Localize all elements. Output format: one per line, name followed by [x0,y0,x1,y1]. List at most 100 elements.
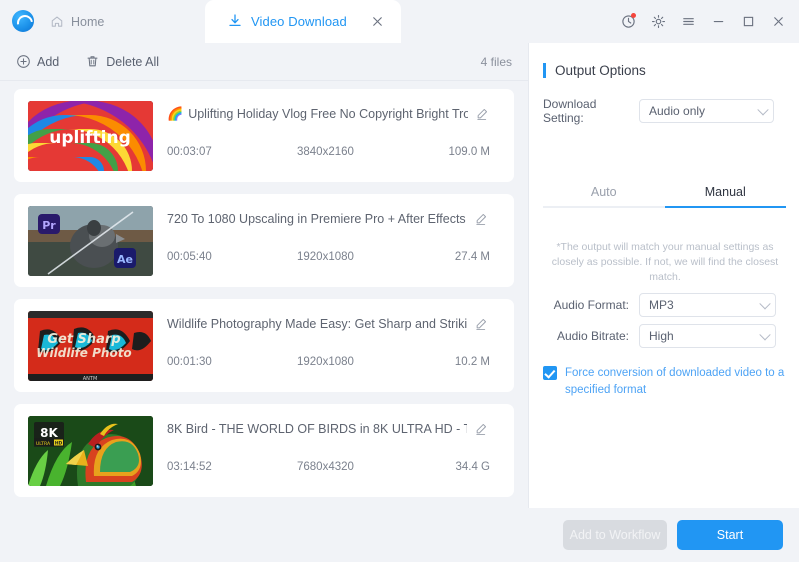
thumbnail: Pr Ae [28,205,153,276]
download-icon [229,14,241,27]
file-meta: 720 To 1080 Upscaling in Premiere Pro + … [153,206,500,276]
file-stats: 03:14:52 7680x4320 34.4 G [167,461,496,473]
file-meta: 🌈 Uplifting Holiday Vlog Free No Copyrig… [153,101,500,171]
tab-home[interactable]: Home [42,9,112,35]
minimize-button[interactable] [705,8,731,34]
svg-text:HD: HD [55,440,63,446]
action-footer: Add to Workflow Start [528,508,799,562]
thumbnail: 8K ULTRA HD [28,415,153,486]
table-row[interactable]: Get Sharp Wildlife Photo ANTM Wildlife P… [14,299,514,392]
thumbnail-wildlife-butterfly: Get Sharp Wildlife Photo ANTM [28,310,153,381]
force-conversion-row[interactable]: Force conversion of downloaded video to … [543,365,786,398]
file-size: 10.2 M [454,355,490,368]
close-button[interactable] [765,8,791,34]
audio-format-label: Audio Format: [553,298,629,312]
add-to-workflow-button[interactable]: Add to Workflow [563,520,667,550]
chevron-down-icon [759,329,771,341]
add-to-workflow-label: Add to Workflow [569,528,661,542]
edit-pencil-icon[interactable] [475,107,489,121]
rainbow-icon: 🌈 [167,106,184,121]
thumbnail-dog-premiere: Pr Ae [28,205,153,276]
tab-auto[interactable]: Auto [543,178,665,208]
force-conversion-checkbox[interactable] [543,366,557,380]
file-stats: 00:05:40 1920x1080 27.4 M [167,251,496,263]
hamburger-menu-icon [682,17,694,25]
file-duration: 03:14:52 [167,460,212,473]
list-toolbar: Add Delete All 4 files [0,43,528,81]
download-setting-row: Download Setting: Audio only [543,97,774,125]
audio-bitrate-row: Audio Bitrate: High [543,324,776,348]
close-icon [773,16,783,26]
file-title: 720 To 1080 Upscaling in Premiere Pro + … [167,211,467,226]
file-list[interactable]: uplifting 🌈 Uplifting Holiday Vlog Free … [0,81,528,562]
svg-text:Pr: Pr [42,219,56,232]
file-meta: Wildlife Photography Made Easy: Get Shar… [153,311,500,381]
file-count-label: 4 files [480,54,512,69]
audio-bitrate-value: High [649,329,674,343]
thumbnail-bird-8k: 8K ULTRA HD [28,415,153,486]
menu-button[interactable] [675,8,701,34]
audio-format-value: MP3 [649,298,674,312]
file-stats: 00:03:07 3840x2160 109.0 M [167,146,496,158]
file-size: 27.4 M [454,250,490,263]
file-resolution: 7680x4320 [297,460,354,473]
app-logo-icon [12,10,34,32]
history-button[interactable] [615,8,641,34]
main-content: Add Delete All 4 files uplifting 🌈 Uplif… [0,43,799,562]
file-duration: 00:01:30 [167,355,212,368]
window-controls [615,8,791,34]
edit-pencil-icon[interactable] [474,317,488,331]
chevron-down-icon [759,298,771,310]
edit-pencil-icon[interactable] [474,422,488,436]
svg-text:Get Sharp: Get Sharp [47,332,120,347]
output-options-panel: Output Options Download Setting: Audio o… [528,43,799,508]
svg-text:Ae: Ae [117,253,133,266]
file-list-panel: Add Delete All 4 files uplifting 🌈 Uplif… [0,43,528,562]
file-title: Uplifting Holiday Vlog Free No Copyright… [188,106,469,121]
start-button[interactable]: Start [677,520,783,550]
mode-tabs: Auto Manual [543,178,786,208]
tab-manual-label: Manual [704,185,746,199]
table-row[interactable]: 8K ULTRA HD 8K Bird - THE WORLD OF BIRDS… [14,404,514,497]
table-row[interactable]: Pr Ae 720 To 1080 Upscaling in Premiere … [14,194,514,287]
thumbnail: uplifting [28,100,153,171]
file-duration: 00:03:07 [167,145,212,158]
file-stats: 00:01:30 1920x1080 10.2 M [167,356,496,368]
file-title-row: Wildlife Photography Made Easy: Get Shar… [167,317,500,331]
plus-circle-icon [17,55,30,68]
file-title-row: 720 To 1080 Upscaling in Premiere Pro + … [167,212,500,226]
delete-all-button[interactable]: Delete All [85,54,159,69]
edit-pencil-icon[interactable] [474,212,488,226]
audio-bitrate-label: Audio Bitrate: [556,329,629,343]
file-resolution: 1920x1080 [297,250,354,263]
tab-video-download[interactable]: Video Download [205,0,401,43]
file-size: 109.0 M [448,145,490,158]
add-button-label: Add [37,54,60,69]
output-options-header: Output Options [529,63,646,78]
trash-icon [87,56,98,67]
maximize-button[interactable] [735,8,761,34]
notification-badge [631,13,636,18]
app-window: Home Video Download Add Delete All 4 fil… [0,0,799,562]
audio-format-select[interactable]: MP3 [639,293,776,317]
chevron-down-icon [757,104,769,116]
manual-mode-hint: *The output will match your manual setti… [551,241,779,284]
tab-manual[interactable]: Manual [664,178,786,208]
file-resolution: 1920x1080 [297,355,354,368]
tab-video-download-label: Video Download [251,14,347,29]
download-setting-label: Download Setting: [543,97,597,125]
add-button[interactable]: Add [16,54,59,69]
minimize-icon [713,20,723,22]
tab-auto-label: Auto [590,185,617,199]
maximize-icon [743,16,753,26]
svg-text:uplifting: uplifting [49,128,131,148]
settings-button[interactable] [645,8,671,34]
table-row[interactable]: uplifting 🌈 Uplifting Holiday Vlog Free … [14,89,514,182]
svg-text:8K: 8K [40,426,58,440]
audio-bitrate-select[interactable]: High [639,324,776,348]
download-setting-select[interactable]: Audio only [639,99,774,123]
tab-home-label: Home [71,15,105,29]
close-icon[interactable] [370,14,385,29]
file-title: 8K Bird - THE WORLD OF BIRDS in 8K ULTRA… [167,421,467,436]
file-size: 34.4 G [455,460,490,473]
